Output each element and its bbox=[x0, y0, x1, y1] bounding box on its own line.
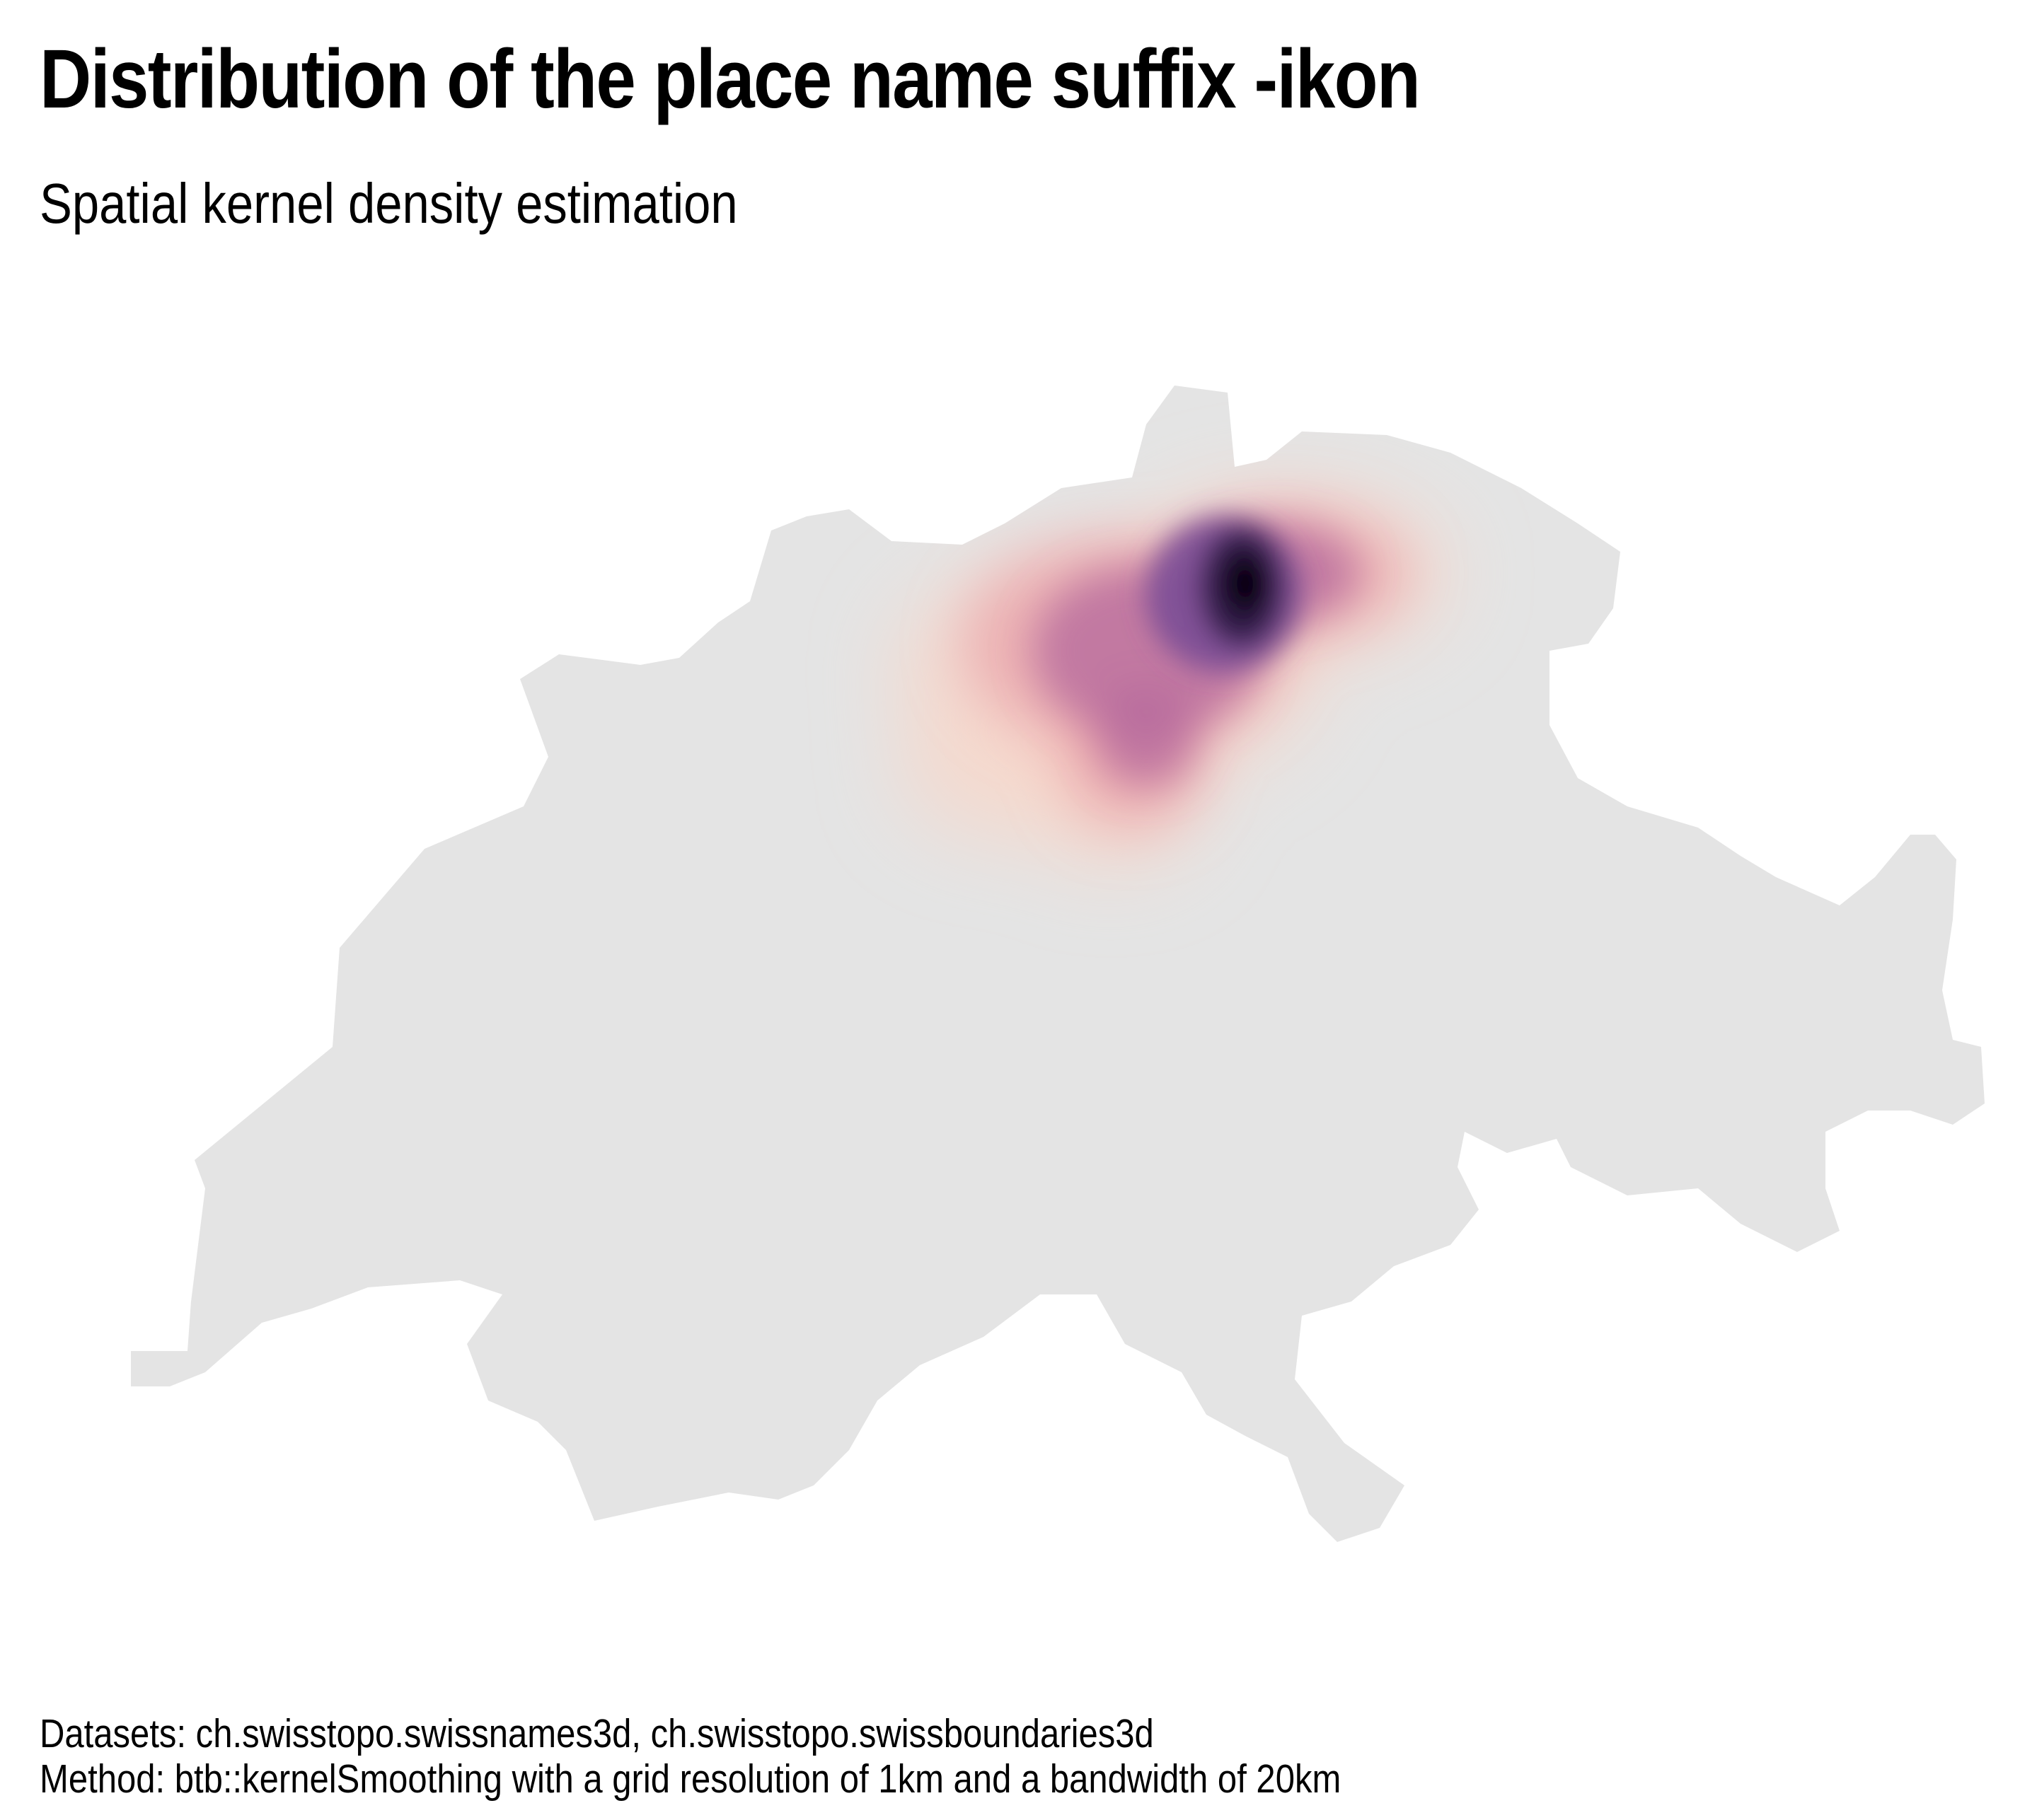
density-map bbox=[0, 340, 2020, 1613]
density-blob-2-2 bbox=[1097, 686, 1196, 785]
caption-method: Method: btb::kernelSmoothing with a grid… bbox=[40, 1756, 1341, 1802]
map-subtitle: Spatial kernel density estimation bbox=[40, 172, 738, 235]
map-canvas bbox=[131, 386, 1985, 1542]
map-caption: Datasets: ch.swisstopo.swissnames3d, ch.… bbox=[40, 1711, 1341, 1802]
map-title: Distribution of the place name suffix -i… bbox=[40, 33, 1421, 126]
density-blob-5-0 bbox=[1224, 552, 1266, 615]
caption-datasets: Datasets: ch.swisstopo.swissnames3d, ch.… bbox=[40, 1711, 1154, 1756]
density-core-band bbox=[1146, 516, 1302, 672]
